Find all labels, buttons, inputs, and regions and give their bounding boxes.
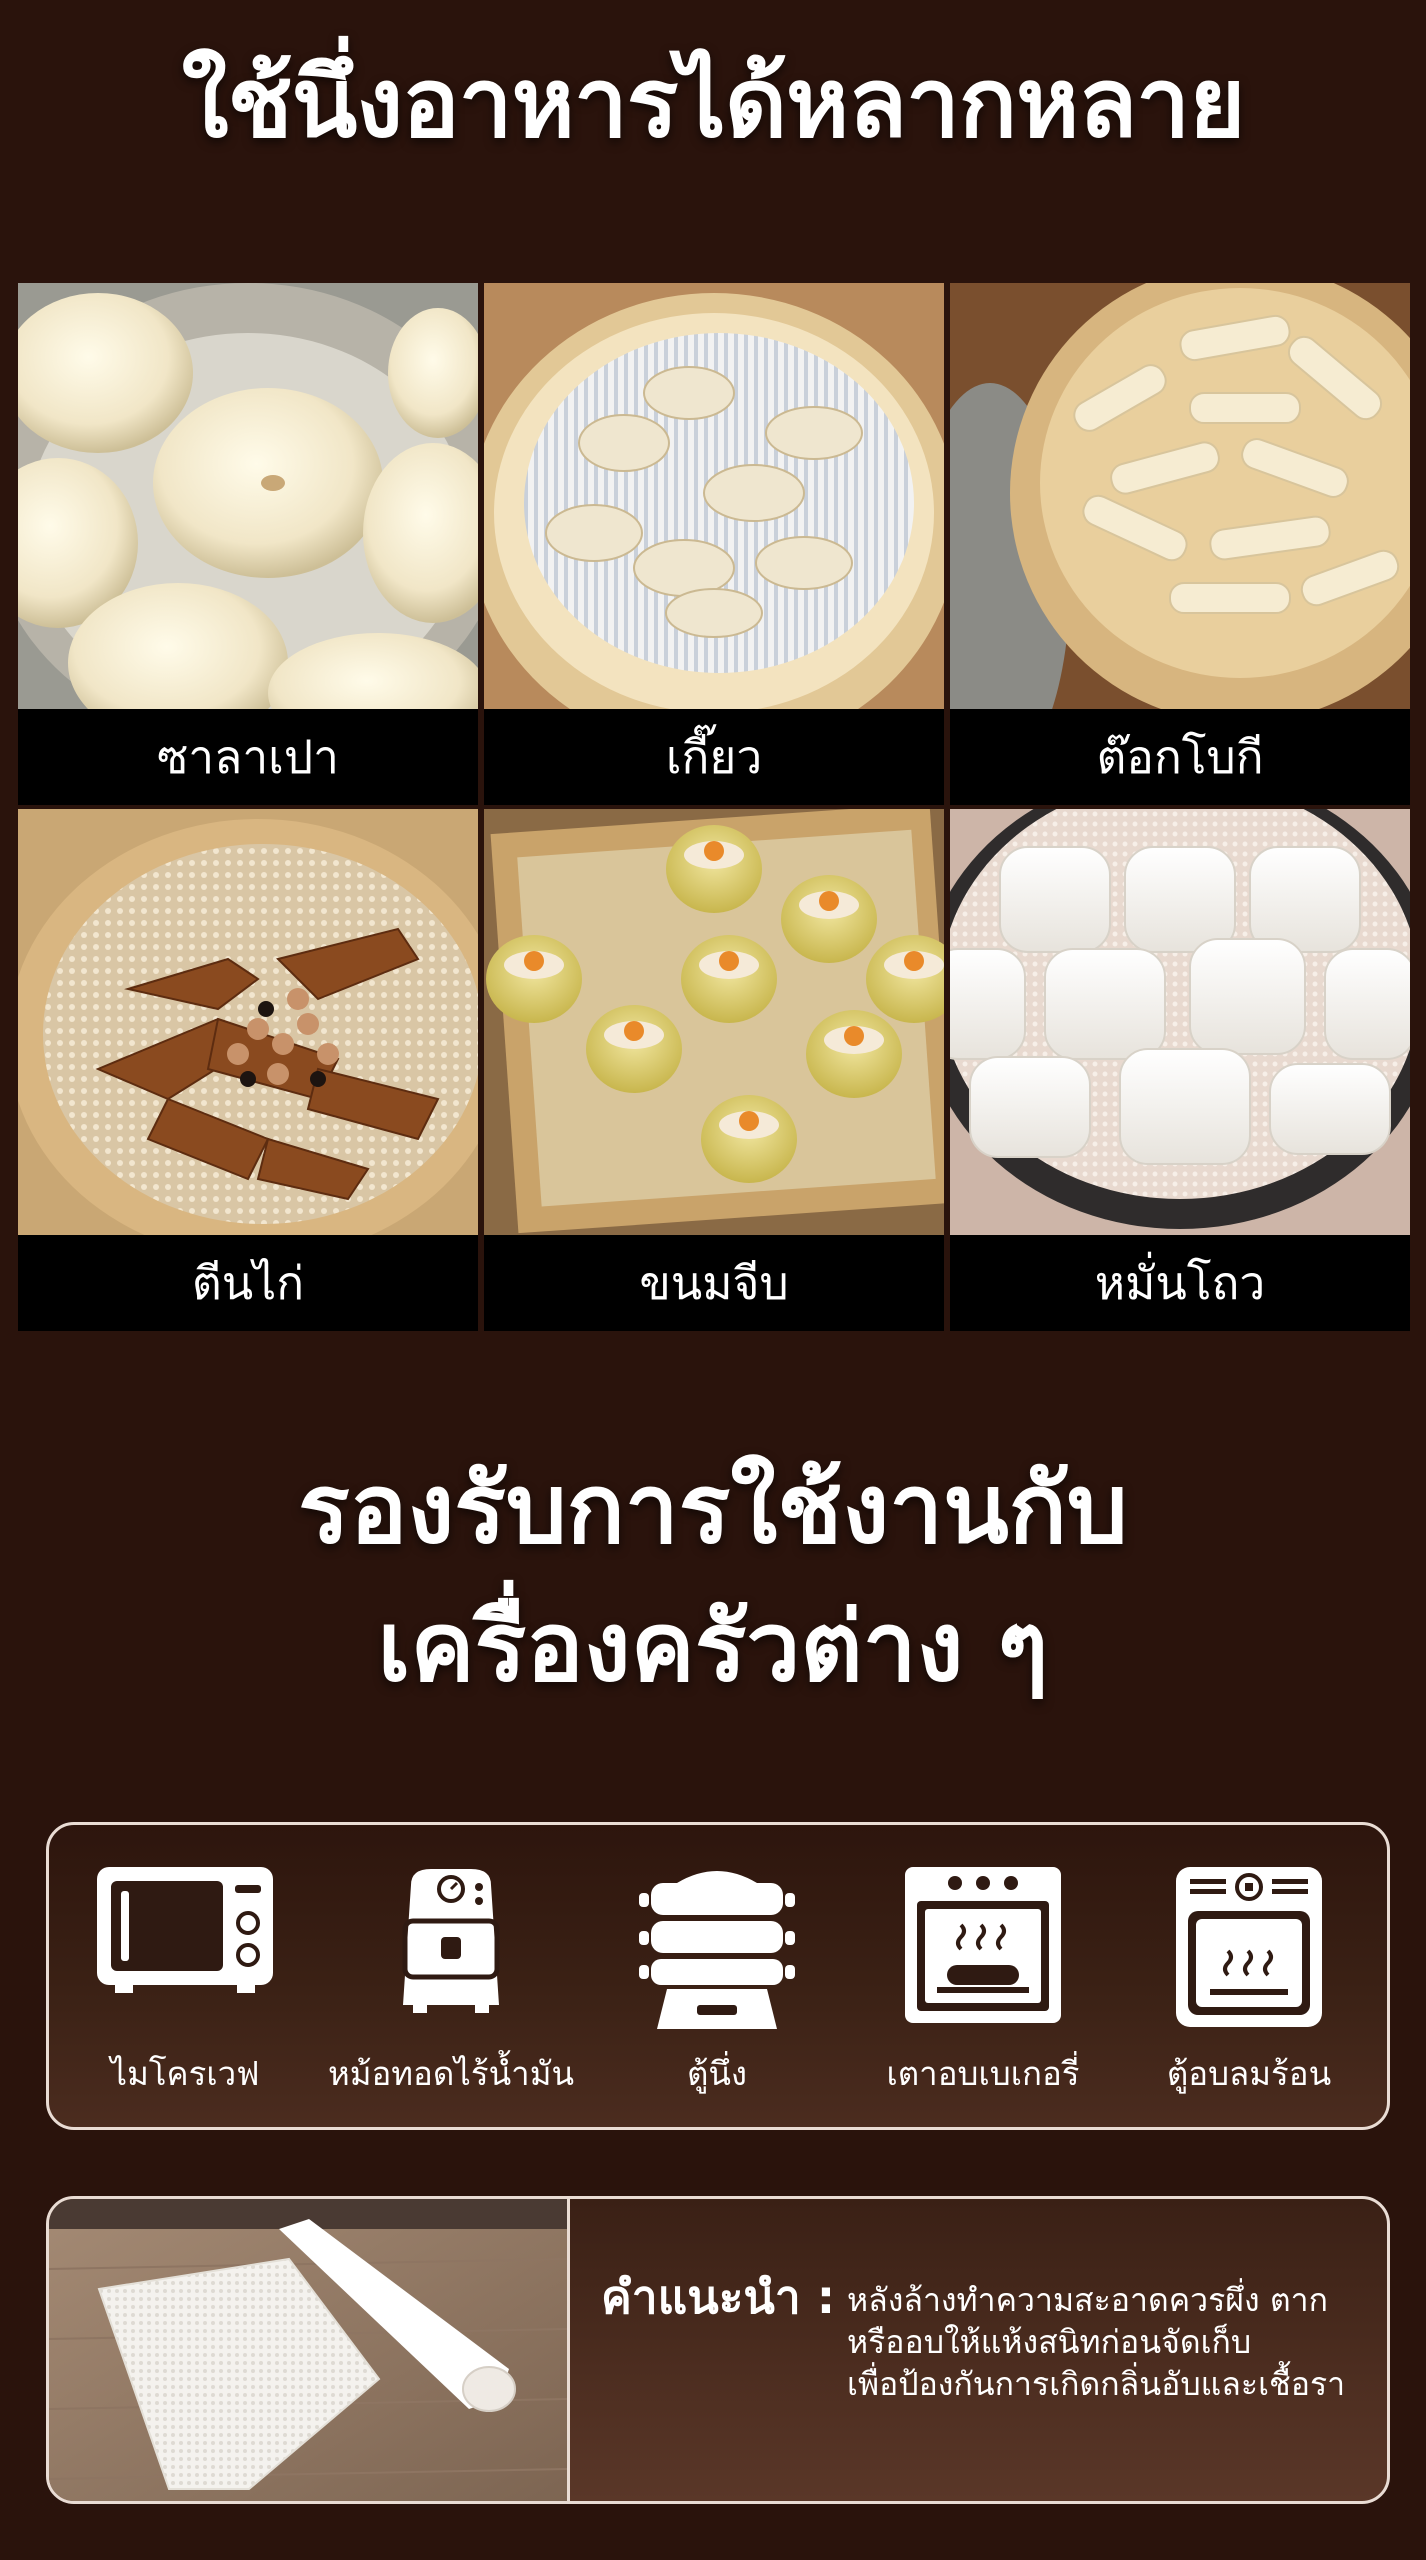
tip-line: หลังล้างทำความสะอาดควรผึ่ง ตาก	[847, 2281, 1328, 2319]
food-tile-mantou: หมั่นโถว	[950, 809, 1410, 1331]
food-tile-tteokbokki: ต๊อกโบกี	[950, 283, 1410, 805]
bakery-oven-icon	[903, 1865, 1063, 2029]
appliance-label: หม้อทอดไร้น้ำมัน	[327, 2054, 575, 2093]
tip-panel: คำแนะนำ : หลังล้างทำความสะอาดควรผึ่ง ตาก…	[46, 2196, 1390, 2504]
mantou-photo	[950, 809, 1410, 1235]
air-fryer-icon	[391, 1865, 511, 2019]
appliance-label: เตาอบเบเกอรี่	[886, 2054, 1080, 2093]
food-label: ตีนไก่	[18, 1235, 478, 1331]
appliance-microwave: ไมโครเวฟ	[51, 1825, 319, 2125]
tip-body: หลังล้างทำความสะอาดควรผึ่ง ตาก หรืออบให้…	[847, 2279, 1367, 2405]
section-title: รองรับการใช้งานกับ เครื่องครัวต่าง ๆ	[0, 1440, 1426, 1716]
chicken-feet-photo	[18, 809, 478, 1235]
page-title: ใช้นึ่งอาหารได้หลากหลาย	[181, 47, 1246, 159]
food-label: หมั่นโถว	[950, 1235, 1410, 1331]
section-title-line-2: เครื่องครัวต่าง ๆ	[377, 1591, 1049, 1703]
section-title-line-1: รองรับการใช้งานกับ	[298, 1453, 1128, 1565]
rolled-steamer-mat-photo	[49, 2199, 570, 2501]
appliance-label: ไมโครเวฟ	[110, 2054, 260, 2093]
tip-line: เพื่อป้องกันการเกิดกลิ่นอับและเชื้อรา	[847, 2365, 1346, 2403]
food-label: ซาลาเปา	[18, 709, 478, 805]
appliance-label: ตู้อบลมร้อน	[1166, 2054, 1332, 2093]
food-tile-bao: ซาลาเปา	[18, 283, 478, 805]
appliance-convection-oven: ตู้อบลมร้อน	[1115, 1825, 1383, 2125]
appliance-air-fryer: หม้อทอดไร้น้ำมัน	[317, 1825, 585, 2125]
tteokbokki-photo	[950, 283, 1410, 709]
shumai-photo	[484, 809, 944, 1235]
food-tile-dumpling: เกี๊ยว	[484, 283, 944, 805]
dumpling-photo	[484, 283, 944, 709]
appliance-label: ตู้นึ่ง	[686, 2054, 748, 2093]
bao-bun-photo	[18, 283, 478, 709]
food-tile-chicken-feet: ตีนไก่	[18, 809, 478, 1331]
convection-oven-icon	[1174, 1865, 1324, 2033]
appliance-steamer: ตู้นึ่ง	[583, 1825, 851, 2125]
microwave-icon	[95, 1865, 275, 1999]
steamer-icon	[637, 1865, 797, 2037]
appliance-bakery-oven: เตาอบเบเกอรี่	[849, 1825, 1117, 2125]
food-label: ขนมจีบ	[484, 1235, 944, 1331]
food-label: ต๊อกโบกี	[950, 709, 1410, 805]
food-grid: ซาลาเปา เกี๊ยว ต๊อกโบกี ตีนไก่ ขนมจีบ หม…	[18, 283, 1410, 1331]
tip-line: หรืออบให้แห้งสนิทก่อนจัดเก็บ	[847, 2323, 1252, 2361]
tip-heading: คำแนะนำ :	[601, 2270, 836, 2324]
food-tile-shumai: ขนมจีบ	[484, 809, 944, 1331]
food-label: เกี๊ยว	[484, 709, 944, 805]
appliance-panel: ไมโครเวฟ หม้อทอดไร้น้ำมัน ตู้นึ่ง เตาอบเ…	[46, 1822, 1390, 2130]
